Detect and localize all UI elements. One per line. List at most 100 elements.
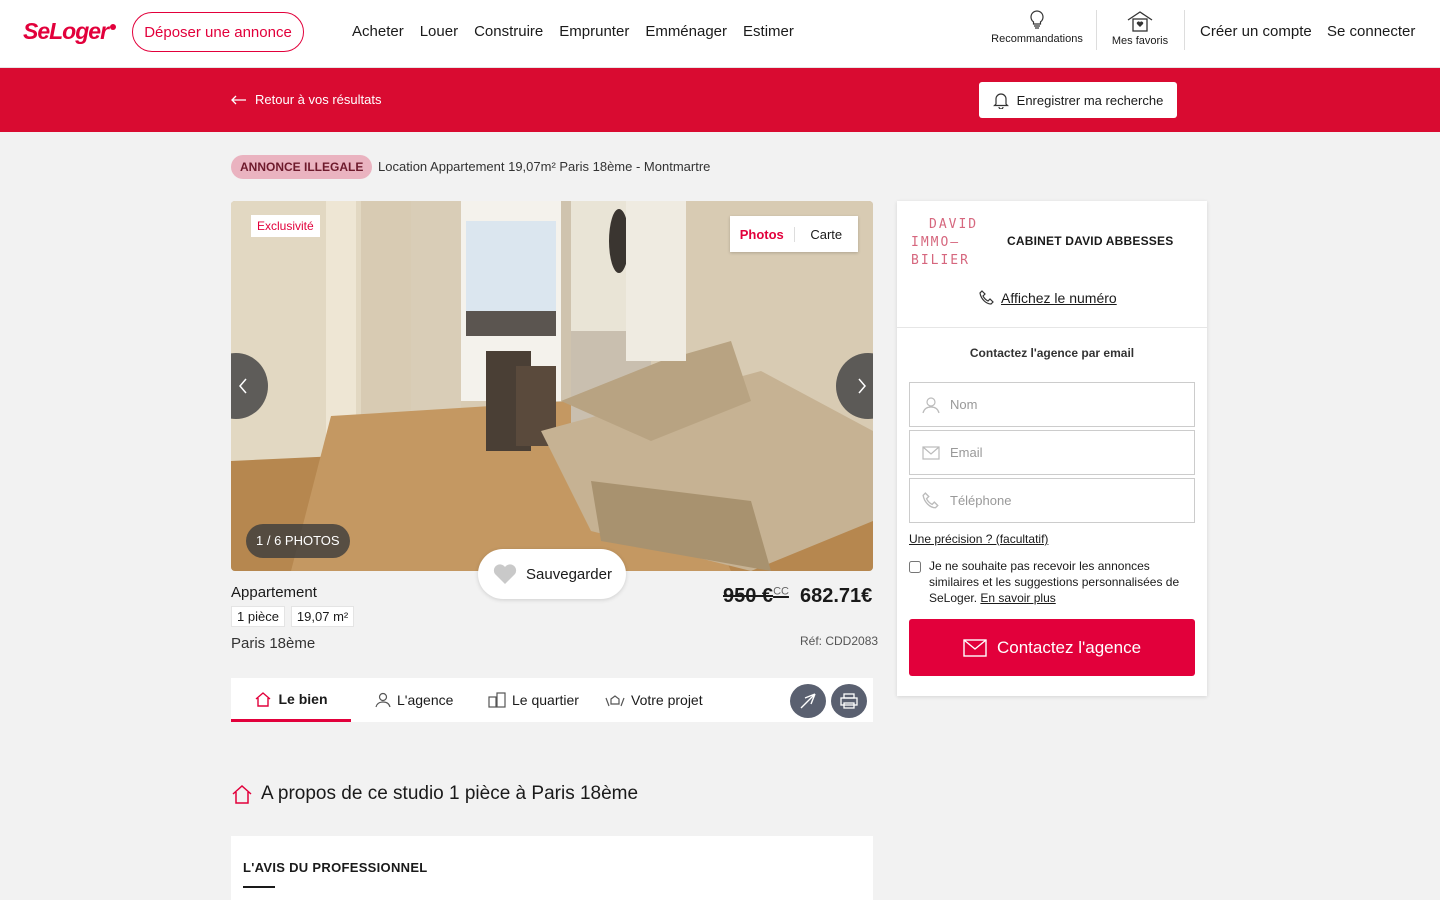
chevron-right-icon bbox=[858, 378, 866, 394]
email-field[interactable] bbox=[909, 430, 1195, 475]
listing-subnav: Le bien L'agence Le quartier Votre proje… bbox=[231, 678, 873, 722]
phone-input[interactable] bbox=[950, 493, 1180, 508]
post-ad-button[interactable]: Déposer une annonce bbox=[132, 12, 304, 52]
contact-agency-button[interactable]: Contactez l'agence bbox=[909, 619, 1195, 676]
printer-icon bbox=[840, 693, 858, 709]
illegal-listing-badge: ANNONCE ILLEGALE bbox=[231, 155, 373, 179]
pro-opinion-card: L'AVIS DU PROFESSIONNEL bbox=[231, 836, 873, 900]
house-heart-icon bbox=[1127, 11, 1153, 32]
agency-logo-line: IMMO— bbox=[911, 235, 961, 250]
old-price: 950 €CC bbox=[723, 585, 789, 608]
tab-neighborhood[interactable]: Le quartier bbox=[488, 678, 579, 722]
back-to-results-link[interactable]: Retour à vos résultats bbox=[231, 92, 381, 107]
contact-form-title: Contactez l'agence par email bbox=[969, 346, 1135, 360]
bell-icon bbox=[992, 93, 1009, 109]
show-phone-number-button[interactable]: Affichez le numéro bbox=[979, 290, 1117, 306]
person-icon bbox=[375, 692, 391, 708]
old-price-value: 950 € bbox=[723, 585, 774, 607]
arrow-left-icon bbox=[231, 95, 246, 104]
tab-project-label: Votre projet bbox=[631, 692, 703, 708]
recommendations-link[interactable]: Recommandations bbox=[990, 10, 1084, 45]
optout-text: Je ne souhaite pas recevoir les annonces… bbox=[929, 558, 1195, 606]
optout-checkbox-row[interactable]: Je ne souhaite pas recevoir les annonces… bbox=[909, 558, 1195, 606]
tab-photos[interactable]: Photos bbox=[730, 226, 795, 242]
lightbulb-icon bbox=[1030, 10, 1044, 29]
rooms-chip: 1 pièce bbox=[231, 606, 285, 627]
email-input[interactable] bbox=[950, 445, 1180, 460]
contact-agency-label: Contactez l'agence bbox=[996, 637, 1142, 657]
add-precision-link[interactable]: Une précision ? (facultatif) bbox=[909, 532, 1048, 546]
recommendations-label: Recommandations bbox=[991, 33, 1083, 45]
save-search-button[interactable]: Enregistrer ma recherche bbox=[979, 82, 1177, 118]
person-icon bbox=[922, 396, 940, 413]
apartment-photo bbox=[231, 201, 873, 571]
photo-counter: 1 / 6 PHOTOS bbox=[246, 524, 350, 558]
heart-icon bbox=[493, 564, 517, 584]
nav-divider bbox=[1096, 10, 1097, 50]
exclusivity-tag: Exclusivité bbox=[251, 215, 320, 237]
listing-title: Location Appartement 19,07m² Paris 18ème… bbox=[378, 159, 711, 174]
search-banner: Retour à vos résultats Enregistrer ma re… bbox=[0, 68, 1440, 132]
name-field[interactable] bbox=[909, 382, 1195, 427]
surface-chip: 19,07 m² bbox=[290, 606, 355, 627]
share-button[interactable] bbox=[790, 684, 826, 718]
seloger-logo[interactable]: SeLoger bbox=[23, 18, 117, 45]
main-menu: Acheter Louer Construire Emprunter Emmén… bbox=[352, 23, 794, 40]
login-link[interactable]: Se connecter bbox=[1327, 23, 1415, 40]
current-price: 682.71€ bbox=[800, 585, 873, 607]
favorites-label: Mes favoris bbox=[1111, 35, 1169, 47]
save-search-label: Enregistrer ma recherche bbox=[1016, 92, 1164, 108]
name-input[interactable] bbox=[950, 397, 1180, 412]
phone-field[interactable] bbox=[909, 478, 1195, 523]
agency-name: CABINET DAVID ABBESSES bbox=[1007, 234, 1174, 248]
menu-emprunter[interactable]: Emprunter bbox=[559, 23, 629, 40]
tab-agency[interactable]: L'agence bbox=[375, 678, 453, 722]
envelope-icon bbox=[963, 638, 987, 657]
divider bbox=[897, 327, 1207, 328]
nav-divider bbox=[1184, 10, 1185, 50]
envelope-icon bbox=[922, 445, 940, 460]
listing-photo[interactable]: Exclusivité Photos Carte 1 / 6 PHOTOS bbox=[231, 201, 873, 571]
house-icon bbox=[256, 691, 271, 707]
tab-project[interactable]: Votre projet bbox=[605, 678, 703, 722]
learn-more-link[interactable]: En savoir plus bbox=[980, 591, 1055, 605]
menu-emmenager[interactable]: Emménager bbox=[645, 23, 727, 40]
property-location: Paris 18ème bbox=[231, 635, 316, 652]
about-heading: A propos de ce studio 1 pièce à Paris 18… bbox=[261, 783, 639, 804]
photo-map-toggle: Photos Carte bbox=[730, 216, 858, 252]
phone-icon bbox=[979, 290, 994, 305]
phone-icon bbox=[922, 491, 939, 508]
print-button[interactable] bbox=[831, 684, 867, 718]
house-icon bbox=[232, 784, 252, 804]
old-price-suffix: CC bbox=[773, 585, 789, 598]
menu-estimer[interactable]: Estimer bbox=[743, 23, 794, 40]
agency-contact-card: DAVID IMMO— BILIER CABINET DAVID ABBESSE… bbox=[897, 201, 1207, 696]
buildings-icon bbox=[488, 692, 506, 708]
property-features: 1 pièce 19,07 m² bbox=[231, 606, 355, 627]
save-listing-label: Sauvegarder bbox=[526, 565, 612, 583]
menu-louer[interactable]: Louer bbox=[420, 23, 458, 40]
favorites-link[interactable]: Mes favoris bbox=[1108, 10, 1172, 47]
agency-logo: DAVID IMMO— BILIER bbox=[911, 216, 993, 270]
chevron-left-icon bbox=[239, 378, 247, 394]
create-account-link[interactable]: Créer un compte bbox=[1200, 23, 1312, 40]
divider bbox=[243, 886, 275, 888]
agency-logo-line: DAVID bbox=[929, 217, 979, 232]
tab-map[interactable]: Carte bbox=[795, 227, 859, 242]
top-navigation: SeLoger Déposer une annonce Acheter Loue… bbox=[0, 0, 1440, 68]
listing-reference: Réf: CDD2083 bbox=[800, 634, 879, 648]
hands-house-icon bbox=[605, 695, 625, 707]
tab-agency-label: L'agence bbox=[397, 692, 454, 708]
tab-neighborhood-label: Le quartier bbox=[512, 692, 579, 708]
about-section-title: A propos de ce studio 1 pièce à Paris 18… bbox=[231, 783, 638, 805]
menu-construire[interactable]: Construire bbox=[474, 23, 543, 40]
optout-checkbox[interactable] bbox=[909, 561, 921, 573]
tab-le-bien-label: Le bien bbox=[278, 690, 328, 707]
tab-le-bien[interactable]: Le bien bbox=[231, 678, 351, 722]
send-icon bbox=[800, 693, 816, 709]
pro-opinion-title: L'AVIS DU PROFESSIONNEL bbox=[243, 860, 428, 875]
agency-logo-line: BILIER bbox=[911, 253, 970, 268]
save-listing-button[interactable]: Sauvegarder bbox=[478, 549, 626, 599]
menu-acheter[interactable]: Acheter bbox=[352, 23, 404, 40]
property-type: Appartement bbox=[231, 584, 317, 601]
